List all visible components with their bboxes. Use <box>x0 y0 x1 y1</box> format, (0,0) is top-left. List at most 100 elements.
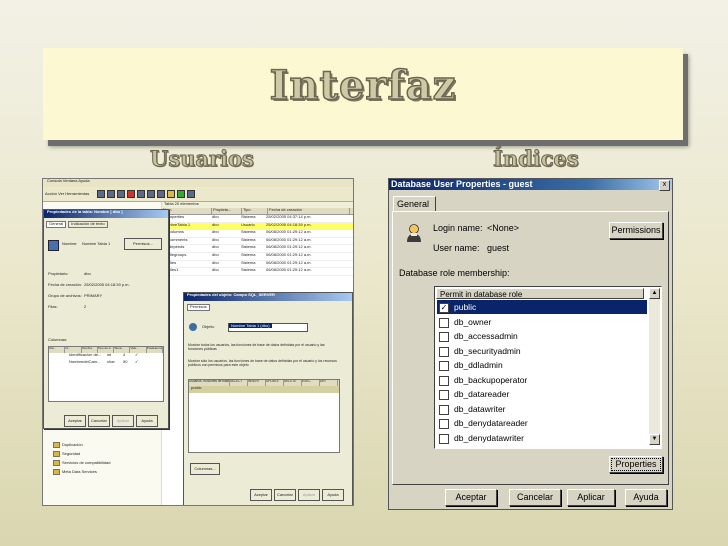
indices-heading: Índices <box>493 146 580 172</box>
table-cell: 06/08/2000 01:29:12 a.m. <box>266 268 312 273</box>
permission-column-header[interactable]: DRI <box>320 380 338 386</box>
permission-column-header[interactable]: DELETE <box>284 380 302 386</box>
permission-column-header[interactable]: SELECT <box>230 380 248 386</box>
role-row[interactable]: db_ddladmin <box>437 358 647 372</box>
table-row[interactable]: NombreTabla 1 dbo Usuario 25/02/2005 04:18:… <box>162 222 353 231</box>
table-row[interactable]: sysfiles1 dbo Sistema 06/08/2000 01:29:12 a… <box>162 268 353 276</box>
perm-help-button[interactable]: Ayuda <box>322 489 344 501</box>
props-ok-button[interactable]: Aceptar <box>64 415 86 427</box>
scroll-up-icon[interactable]: ▲ <box>649 288 660 299</box>
ok-button[interactable]: Aceptar <box>445 489 497 506</box>
role-row[interactable]: ✓ public <box>437 300 647 314</box>
props-cancel-button[interactable]: Cancelar <box>88 415 110 427</box>
perm-ok-button[interactable]: Aceptar <box>250 489 272 501</box>
tab-text[interactable]: Indicación de texto <box>68 221 108 228</box>
table-cell: sysfiles1 <box>163 268 179 273</box>
table-row[interactable]: syscomments dbo Sistema 06/08/2000 01:29:12… <box>162 238 353 246</box>
name-label: Nombre: <box>62 241 78 246</box>
role-checkbox[interactable] <box>439 346 449 357</box>
tree-item-seguridad[interactable]: Seguridad <box>53 451 80 457</box>
object-select[interactable]: Nombre Tabla 1 (dbo) <box>228 323 308 332</box>
run-icon[interactable] <box>177 190 186 198</box>
permissions-button[interactable]: Permissions <box>609 222 663 239</box>
properties-button[interactable]: Properties <box>609 456 663 473</box>
props-help-button[interactable]: Ayuda <box>136 415 158 427</box>
tab-permisos[interactable]: Permisos <box>187 304 210 311</box>
role-list: Permit in database role ✓ public db_owner d… <box>434 286 662 449</box>
role-row[interactable]: db_datareader <box>437 387 647 401</box>
help-button[interactable]: Ayuda <box>625 489 667 506</box>
permissions-button[interactable]: Permisos... <box>124 238 162 250</box>
role-row[interactable]: db_backupoperator <box>437 373 647 387</box>
forward-icon[interactable] <box>107 190 116 198</box>
column-row[interactable]: NombredelCam... char 50 ✓ <box>49 360 163 367</box>
table-row[interactable]: sysfilegroups dbo Sistema 06/08/2000 01:29:… <box>162 253 353 261</box>
role-checkbox[interactable] <box>439 390 449 400</box>
col-owner[interactable]: Propieta... <box>212 207 242 214</box>
perm-apply-button[interactable]: Aplicar <box>298 489 320 501</box>
role-row[interactable]: db_denydatareader <box>437 416 647 430</box>
role-checkbox[interactable] <box>439 404 449 415</box>
role-checkbox[interactable] <box>439 332 449 342</box>
props-tabs: General Indicación de texto <box>46 221 108 228</box>
table-row[interactable]: syscolumns dbo Sistema 06/08/2000 01:29:12 … <box>162 230 353 238</box>
close-icon[interactable]: x <box>659 180 670 191</box>
export-icon[interactable] <box>157 190 166 198</box>
role-list-scrollbar[interactable]: ▲ ▼ <box>649 288 660 445</box>
column-row[interactable]: Identificación de... int 4 ✓ <box>49 353 163 360</box>
cancel-button[interactable]: Cancelar <box>509 489 561 506</box>
props-apply-button[interactable]: Aplicar <box>112 415 134 427</box>
role-checkbox[interactable] <box>439 375 449 386</box>
tree-item-compatibilidad[interactable]: Servicios de compatibilidad <box>53 460 110 466</box>
help-icon[interactable] <box>167 190 176 198</box>
up-icon[interactable] <box>117 190 126 198</box>
column-cell: int <box>107 353 112 357</box>
table-row[interactable]: sysfiles dbo Sistema 06/08/2000 01:29:12 a.… <box>162 261 353 269</box>
toolbar-menu[interactable]: Acción Ver Herramientas <box>45 191 89 197</box>
back-icon[interactable] <box>97 190 106 198</box>
option-some-users[interactable]: Mostrar sólo los usuarios, las funciones… <box>188 359 338 367</box>
properties-icon[interactable] <box>137 190 146 198</box>
grid-header: Nom Propieta... Tipo Fecha de creación <box>162 207 353 215</box>
column-cell <box>49 360 59 367</box>
table-row[interactable]: dtproperties dbo Sistema 25/02/2005 04:37:1… <box>162 215 353 223</box>
role-checkbox[interactable] <box>439 361 449 371</box>
permission-column-header[interactable]: EXEC <box>302 380 320 386</box>
columns-button[interactable]: Columnas... <box>190 463 220 475</box>
option-all-users[interactable]: Mostrar todos los usuarios, las funcione… <box>188 343 338 351</box>
apply-button[interactable]: Aplicar <box>567 489 615 506</box>
role-row[interactable]: db_accessadmin <box>437 329 647 343</box>
tab-general[interactable]: General <box>393 196 436 212</box>
tab-general[interactable]: General <box>46 221 67 228</box>
tree-item-duplicacion[interactable]: Duplicación <box>53 442 83 448</box>
tree-item-metadata[interactable]: Meta Data Services <box>53 469 97 475</box>
role-row[interactable]: db_owner <box>437 315 647 329</box>
col-name[interactable]: Nom <box>162 207 212 214</box>
col-type[interactable]: Tipo <box>242 207 268 214</box>
role-row[interactable]: db_datawriter <box>437 402 647 416</box>
permission-column-header[interactable]: INSERT <box>248 380 266 386</box>
permissions-grid-row[interactable]: public <box>189 385 339 393</box>
delete-icon[interactable] <box>127 190 136 198</box>
new-icon[interactable] <box>187 190 196 198</box>
table-row[interactable]: sysdepends dbo Sistema 06/08/2000 01:29:12 … <box>162 245 353 253</box>
refresh-icon[interactable] <box>147 190 156 198</box>
role-list-header[interactable]: Permit in database role <box>436 288 644 299</box>
permission-column-header[interactable]: UPDATE <box>266 380 284 386</box>
role-checkbox[interactable]: ✓ <box>439 303 449 313</box>
column-header[interactable]: Predetermin... <box>147 347 163 353</box>
role-checkbox[interactable] <box>439 419 449 429</box>
role-checkbox[interactable] <box>439 317 449 328</box>
perm-cancel-button[interactable]: Cancelar <box>274 489 296 501</box>
scroll-down-icon[interactable]: ▼ <box>649 434 660 445</box>
col-date[interactable]: Fecha de creación <box>268 207 350 214</box>
role-name: public <box>454 302 477 312</box>
object-icon <box>189 323 197 331</box>
menu-bar[interactable]: Consola Ventana Ayuda <box>43 179 353 187</box>
role-row[interactable]: db_securityadmin <box>437 344 647 358</box>
role-row[interactable]: db_denydatawriter <box>437 431 647 445</box>
role-checkbox[interactable] <box>439 433 449 444</box>
table-cell: sysfilegroups <box>163 252 187 257</box>
role-name: db_backupoperator <box>454 374 528 385</box>
login-name-label: Login name: <box>433 223 483 233</box>
